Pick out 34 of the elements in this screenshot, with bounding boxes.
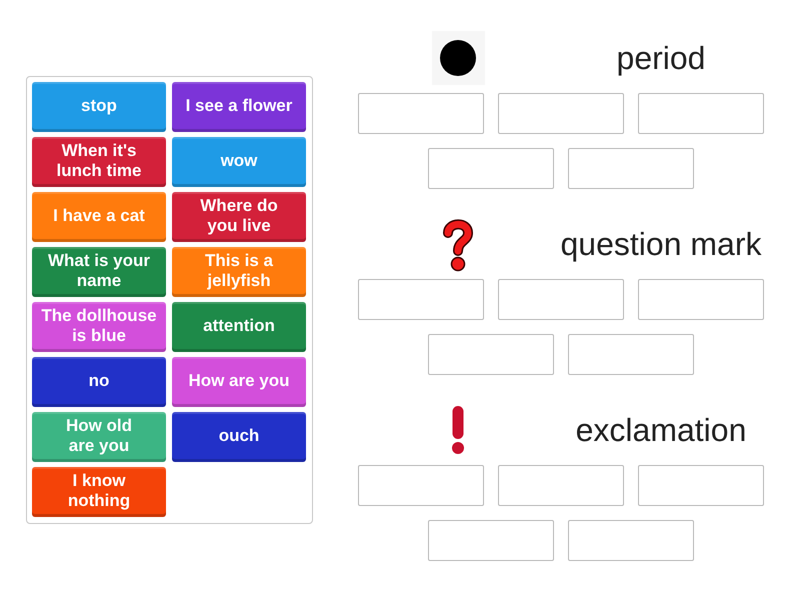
answer-box[interactable] <box>358 465 484 506</box>
word-card[interactable]: I know nothing <box>32 467 166 517</box>
category-label: exclamation <box>576 411 746 450</box>
category-label: period <box>616 39 706 78</box>
word-card[interactable]: ouch <box>172 412 306 462</box>
word-card[interactable]: The dollhouse is blue <box>32 302 166 352</box>
word-card[interactable]: stop <box>32 82 166 132</box>
answer-box[interactable] <box>428 148 554 189</box>
exclamation-mark-icon <box>452 406 464 454</box>
word-card[interactable]: How old are you <box>32 412 166 462</box>
answer-box[interactable] <box>498 279 624 320</box>
answer-box[interactable] <box>498 93 624 134</box>
answer-box[interactable] <box>568 148 694 189</box>
answer-box[interactable] <box>638 93 764 134</box>
answer-box[interactable] <box>498 465 624 506</box>
answer-box[interactable] <box>428 334 554 375</box>
answer-box[interactable] <box>638 465 764 506</box>
category-label: question mark <box>560 225 762 264</box>
answer-box[interactable] <box>358 93 484 134</box>
answer-box[interactable] <box>568 520 694 561</box>
word-card[interactable]: attention <box>172 302 306 352</box>
answer-box[interactable] <box>568 334 694 375</box>
word-card[interactable]: I have a cat <box>32 192 166 242</box>
word-card[interactable]: no <box>32 357 166 407</box>
answer-box[interactable] <box>358 279 484 320</box>
word-card[interactable]: This is a jellyfish <box>172 247 306 297</box>
word-card[interactable]: When it's lunch time <box>32 137 166 187</box>
word-card[interactable]: I see a flower <box>172 82 306 132</box>
word-card[interactable]: Where do you live <box>172 192 306 242</box>
word-card[interactable]: What is your name <box>32 247 166 297</box>
word-card[interactable]: How are you <box>172 357 306 407</box>
answer-box[interactable] <box>638 279 764 320</box>
answer-box[interactable] <box>428 520 554 561</box>
word-card[interactable]: wow <box>172 137 306 187</box>
